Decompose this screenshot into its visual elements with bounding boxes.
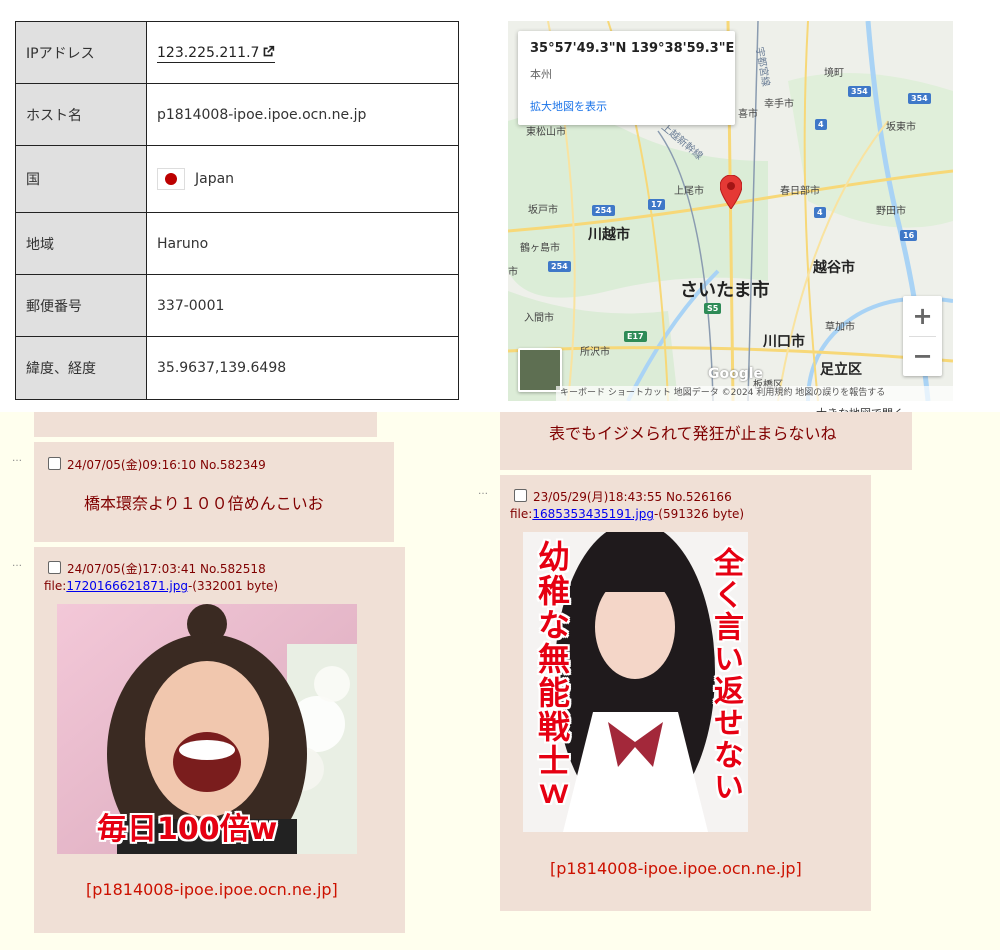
post-box: 表でもイジメられて発狂が止まらないね	[500, 412, 912, 470]
delete-checkbox[interactable]	[48, 457, 61, 470]
poster-host: [p1814008-ipoe.ipoe.ocn.ne.jp]	[550, 859, 802, 878]
row-key: 郵便番号	[15, 274, 147, 337]
region-text: 本州	[530, 68, 552, 81]
route-shield: 17	[648, 199, 666, 210]
map-label: 鶴ヶ島市	[520, 243, 560, 254]
reply-marker: …	[12, 558, 22, 569]
row-value: 123.225.211.7	[146, 21, 459, 84]
file-line: file:1685353435191.jpg-(591326 byte)	[510, 507, 744, 521]
map-label: 境町	[824, 68, 844, 79]
route-shield: 4	[815, 119, 827, 130]
route-shield: 254	[592, 205, 615, 216]
row-value: Japan	[146, 145, 459, 213]
map-label: 野田市	[876, 206, 906, 217]
japan-flag-icon	[157, 168, 185, 190]
row-key: ホスト名	[15, 83, 147, 146]
map-label: 喜市	[738, 109, 758, 120]
map-label: 足立区	[820, 362, 862, 378]
reply-marker: …	[478, 486, 488, 497]
map-info-card: 35°57'49.3"N 139°38'59.3"E 本州 拡大地図を表示	[518, 31, 735, 125]
route-shield: 254	[548, 261, 571, 272]
poster-host: [p1814008-ipoe.ipoe.ocn.ne.jp]	[86, 880, 338, 899]
map-label: 所沢市	[580, 347, 610, 358]
delete-checkbox[interactable]	[514, 489, 527, 502]
map-label: 入間市	[524, 313, 554, 324]
post-526166: 23/05/29(月)18:43:55 No.526166 file:16853…	[500, 475, 871, 911]
post-header: 23/05/29(月)18:43:55 No.526166	[514, 488, 732, 505]
map-label: 草加市	[825, 322, 855, 333]
route-shield: 16	[900, 230, 918, 241]
map-label: 市	[508, 267, 518, 278]
map-pin-icon[interactable]	[720, 175, 742, 209]
image-caption-left: 幼稚な無能戦士ｗ	[533, 540, 571, 812]
image-caption: 毎日100倍w	[97, 812, 278, 847]
post-box	[34, 412, 377, 437]
map-footer[interactable]: キーボード ショートカット 地図データ ©2024 利用規約 地図の誤りを報告す…	[556, 386, 953, 401]
route-shield: E17	[624, 331, 647, 342]
route-shield: 354	[908, 93, 931, 104]
delete-checkbox[interactable]	[48, 561, 61, 574]
reply-marker: …	[12, 453, 22, 464]
post-header: 24/07/05(金)09:16:10 No.582349	[48, 456, 266, 473]
map-label: 上尾市	[674, 186, 704, 197]
map-label: 川口市	[763, 334, 805, 350]
zoom-out-button[interactable]: −	[903, 336, 942, 376]
route-shield: 4	[814, 207, 826, 218]
file-prefix: file:	[44, 579, 67, 593]
file-size: -(332001 byte)	[187, 579, 279, 593]
row-key: 緯度、経度	[15, 336, 147, 400]
file-size: -(591326 byte)	[653, 507, 745, 521]
file-line: file:1720166621871.jpg-(332001 byte)	[44, 579, 278, 593]
post-image[interactable]: 毎日100倍w	[57, 604, 357, 854]
table-row: IPアドレス 123.225.211.7	[15, 21, 459, 84]
row-value: 35.9637,139.6498	[146, 336, 459, 400]
post-body: 橋本環奈より１００倍めんこいお	[84, 494, 324, 513]
post-date-number: 23/05/29(月)18:43:55 No.526166	[533, 490, 732, 504]
google-map[interactable]: 東松山市 坂戸市 鶴ヶ島市 川越市 市 入間市 所沢市 上尾市 さいたま市 春日…	[508, 21, 953, 401]
external-link-icon	[264, 45, 275, 56]
post-image[interactable]: 幼稚な無能戦士ｗ 全く言い返せない	[523, 532, 748, 832]
route-shield: 354	[848, 86, 871, 97]
google-logo: Google	[708, 366, 764, 382]
post-582518: 24/07/05(金)17:03:41 No.582518 file:17201…	[34, 547, 405, 933]
map-label: 越谷市	[813, 260, 855, 276]
row-key: IPアドレス	[15, 21, 147, 84]
map-label: 幸手市	[764, 99, 794, 110]
enlarge-map-link[interactable]: 拡大地図を表示	[530, 98, 607, 114]
map-label: さいたま市	[680, 280, 770, 301]
file-prefix: file:	[510, 507, 533, 521]
row-key: 国	[15, 145, 147, 213]
map-label: 川越市	[588, 227, 630, 243]
post-date-number: 24/07/05(金)09:16:10 No.582349	[67, 458, 266, 472]
table-row: 地域 Haruno	[15, 212, 459, 275]
ip-address-link[interactable]: 123.225.211.7	[157, 44, 276, 63]
map-label: 東松山市	[526, 127, 566, 138]
post-body: 表でもイジメられて発狂が止まらないね	[549, 424, 837, 443]
ip-address-text: 123.225.211.7	[157, 44, 260, 61]
image-caption-right: 全く言い返せない	[708, 547, 743, 803]
row-value: p1814008-ipoe.ipoe.ocn.ne.jp	[146, 83, 459, 146]
country-name: Japan	[195, 171, 235, 187]
route-shield: S5	[704, 303, 722, 314]
table-row: 郵便番号 337-0001	[15, 274, 459, 337]
row-value: 337-0001	[146, 274, 459, 337]
file-link[interactable]: 1720166621871.jpg	[66, 579, 188, 593]
ip-info-table: IPアドレス 123.225.211.7 ホスト名 p1814008-ipoe.…	[15, 21, 459, 400]
table-row: 緯度、経度 35.9637,139.6498	[15, 336, 459, 400]
zoom-controls: + −	[903, 296, 942, 376]
table-row: ホスト名 p1814008-ipoe.ipoe.ocn.ne.jp	[15, 83, 459, 146]
map-label: 坂東市	[886, 122, 916, 133]
zoom-in-button[interactable]: +	[903, 296, 942, 336]
coordinates-text: 35°57'49.3"N 139°38'59.3"E	[530, 41, 735, 56]
ip-info-section: IPアドレス 123.225.211.7 ホスト名 p1814008-ipoe.…	[0, 0, 1000, 420]
row-key: 地域	[15, 212, 147, 275]
map-label: 坂戸市	[528, 205, 558, 216]
post-582349: 24/07/05(金)09:16:10 No.582349 橋本環奈より１００倍…	[34, 442, 394, 542]
post-header: 24/07/05(金)17:03:41 No.582518	[48, 560, 266, 577]
file-link[interactable]: 1685353435191.jpg	[532, 507, 654, 521]
map-label: 春日部市	[780, 186, 820, 197]
post-date-number: 24/07/05(金)17:03:41 No.582518	[67, 562, 266, 576]
row-value: Haruno	[146, 212, 459, 275]
table-row: 国 Japan	[15, 145, 459, 213]
